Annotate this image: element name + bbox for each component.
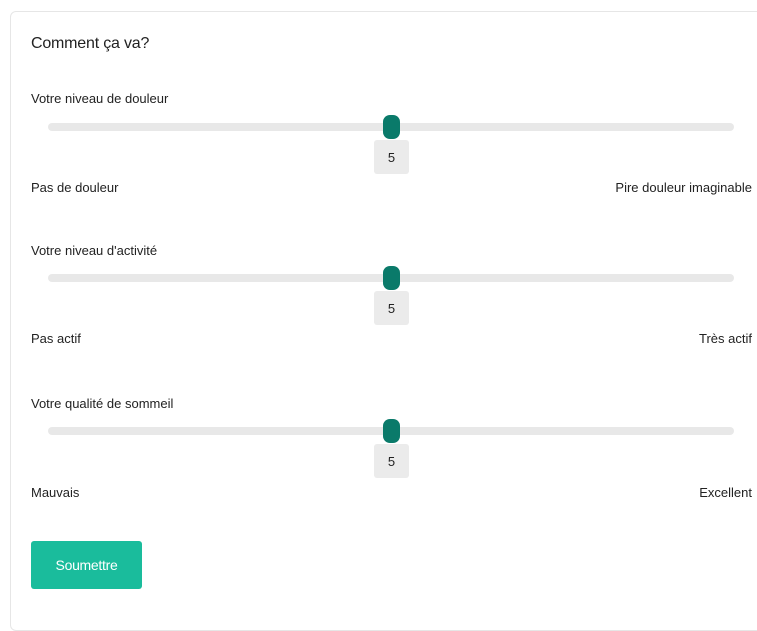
sleep-quality-value: 5	[374, 444, 409, 478]
sleep-quality-slider-track[interactable]	[48, 419, 734, 443]
sleep-quality-label: Votre qualité de sommeil	[31, 396, 174, 411]
submit-button[interactable]: Soumettre	[31, 541, 142, 589]
sleep-quality-slider-thumb[interactable]	[383, 419, 400, 443]
sleep-quality-max-label: Excellent	[699, 485, 752, 500]
pain-level-slider-thumb[interactable]	[383, 115, 400, 139]
activity-level-label: Votre niveau d'activité	[31, 243, 158, 258]
sleep-quality-min-label: Mauvais	[31, 485, 80, 500]
pain-level-value: 5	[374, 140, 409, 174]
pain-level-slider-track[interactable]	[48, 115, 734, 139]
activity-level-max-label: Très actif	[699, 331, 752, 346]
pain-level-max-label: Pire douleur imaginable	[615, 180, 752, 195]
activity-level-slider-track[interactable]	[48, 266, 734, 290]
activity-level-min-label: Pas actif	[31, 331, 81, 346]
pain-level-label: Votre niveau de douleur	[31, 91, 169, 106]
activity-level-slider-thumb[interactable]	[383, 266, 400, 290]
activity-level-value: 5	[374, 291, 409, 325]
form-title: Comment ça va?	[31, 35, 150, 52]
pain-level-min-label: Pas de douleur	[31, 180, 119, 195]
